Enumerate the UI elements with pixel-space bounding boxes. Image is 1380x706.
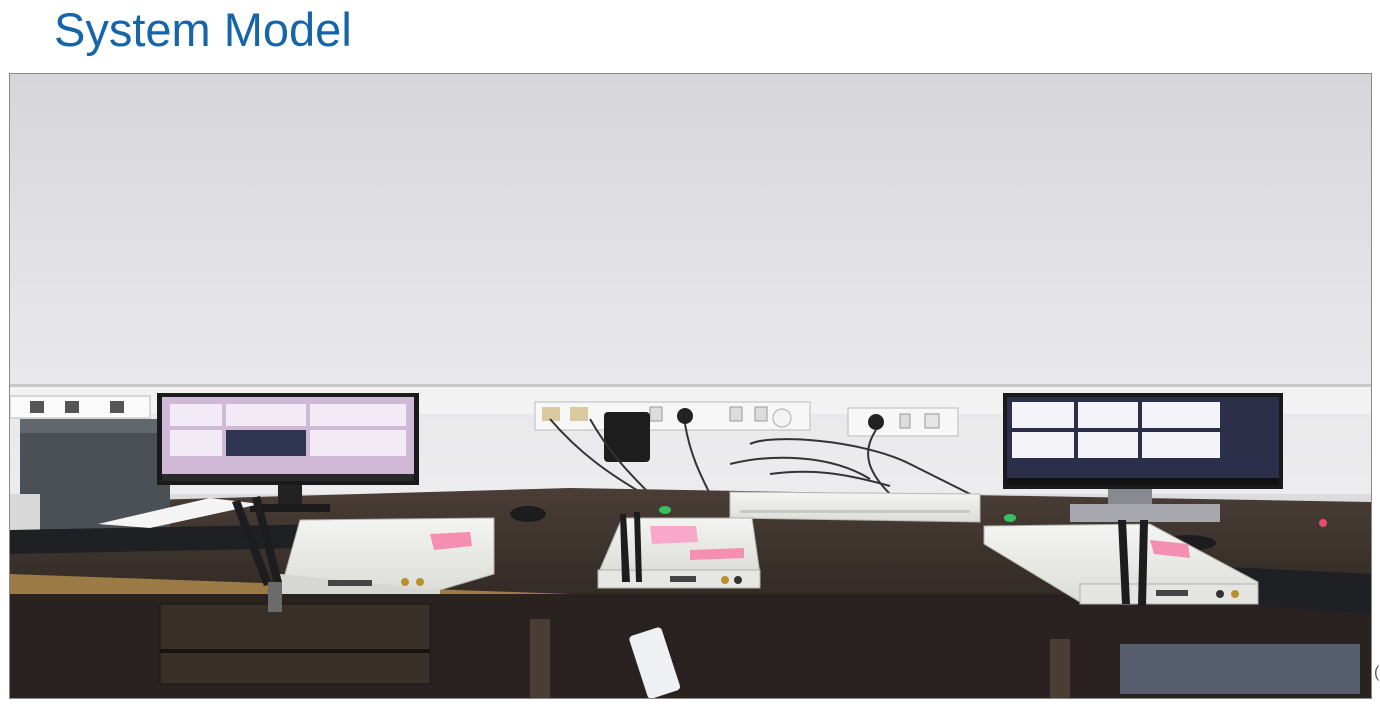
switch-board-right <box>847 407 959 437</box>
mouse-left <box>510 506 546 522</box>
switch-board-center <box>534 401 811 431</box>
lab-photo <box>9 73 1372 699</box>
slide: System Model ( <box>0 0 1380 706</box>
label-sticker <box>650 526 698 544</box>
printer <box>20 419 170 529</box>
network-switch <box>729 491 981 523</box>
power-adapter <box>604 412 650 462</box>
cut-off-text: ( <box>1374 664 1380 681</box>
slide-title: System Model <box>54 3 352 56</box>
switch-board-left <box>10 395 151 419</box>
sdr-device-left <box>279 517 495 594</box>
